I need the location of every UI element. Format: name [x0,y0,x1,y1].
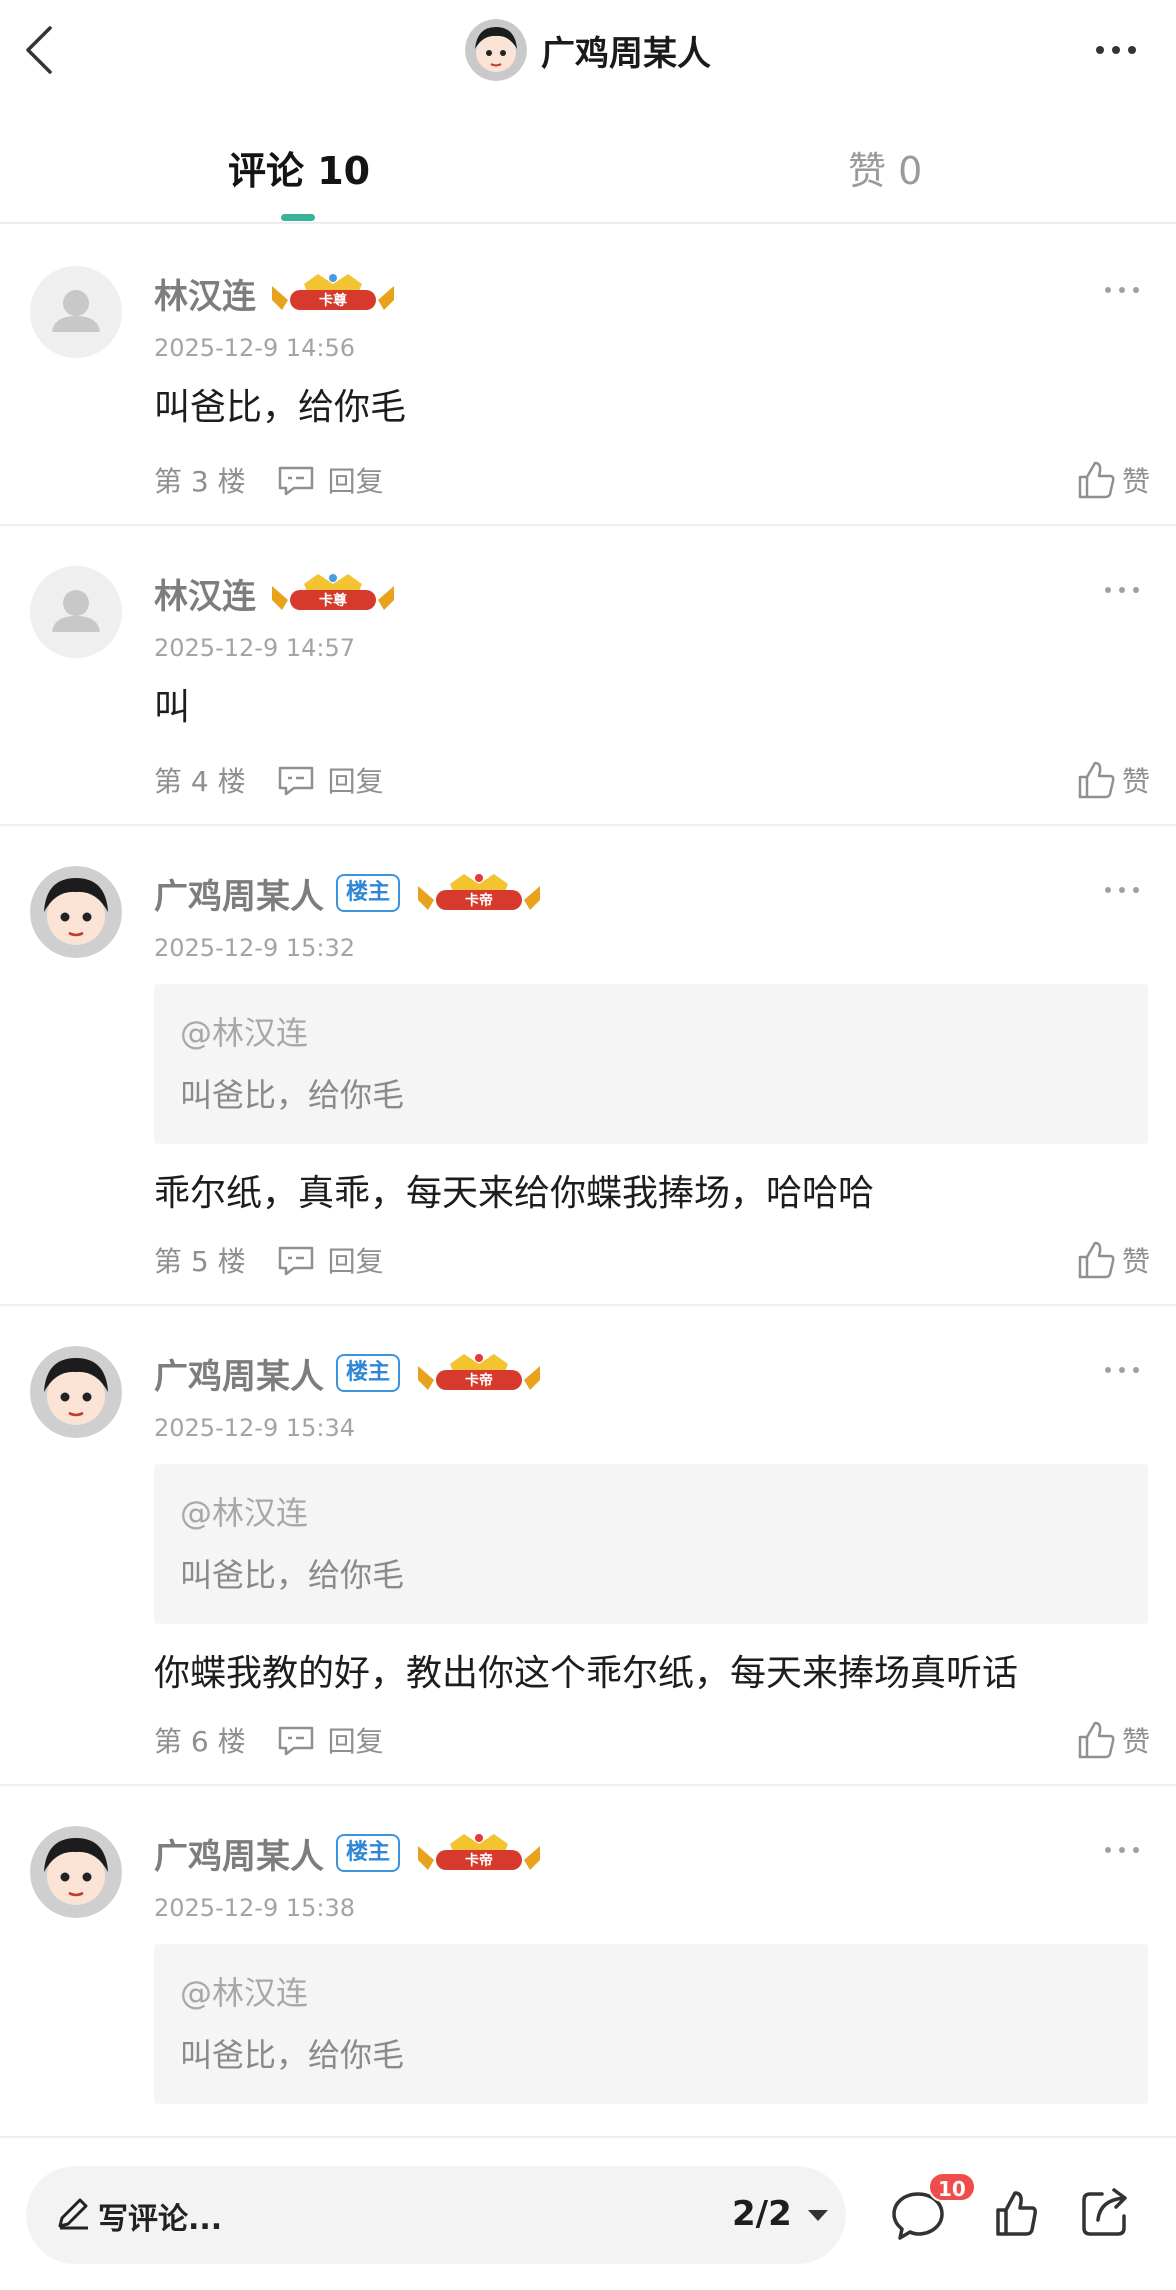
comment-input-placeholder: 写评论... [98,2202,223,2237]
like-label: 赞 [1121,765,1150,798]
tab-active-indicator [281,214,315,221]
reply-button[interactable]: 回复 [276,1720,384,1760]
username[interactable]: 林汉连 [154,269,256,318]
like-label: 赞 [1121,1725,1150,1758]
comment-text: 乖尔纸，真乖，每天来给你蝶我捧场，哈哈哈 [154,1173,875,1214]
more-options-icon[interactable] [1092,36,1140,64]
comment-time: 2025-12-9 15:38 [154,1894,355,1922]
share-icon[interactable] [1080,2186,1130,2238]
username[interactable]: 广鸡周某人 [154,1829,324,1878]
comment-list: 林汉连 卡尊 2025-12-9 14:56 叫爸比，给你毛 第 3 楼 回复 … [0,226,1176,2186]
quote-mention[interactable]: @林汉连 [180,1488,308,1534]
comment-more-icon[interactable] [1102,1842,1142,1858]
crown-badge-icon: 卡帝 [418,874,541,910]
quoted-comment[interactable]: @林汉连 叫爸比，给你毛 [154,1944,1148,2104]
tab-bar: 评论 10 赞 0 [0,100,1176,224]
reply-icon [278,1726,313,1756]
quoted-comment[interactable]: @林汉连 叫爸比，给你毛 [154,1464,1148,1624]
reply-icon [278,1246,313,1276]
comment-time: 2025-12-9 14:57 [154,634,355,662]
like-label: 赞 [1121,1245,1150,1278]
reply-button[interactable]: 回复 [276,760,384,800]
reply-icon [278,466,313,496]
quote-text: 叫爸比，给你毛 [180,1556,405,1594]
crown-text: 卡帝 [465,1372,493,1389]
comment-item: 林汉连 卡尊 2025-12-9 14:57 叫 第 4 楼 回复 赞 [0,526,1176,826]
reply-label: 回复 [327,465,384,498]
crown-badge-icon: 卡帝 [418,1354,541,1390]
crown-badge-icon: 卡尊 [272,274,394,310]
reply-label: 回复 [327,765,384,798]
avatar[interactable] [30,566,122,658]
thumbs-up-icon [1078,1721,1115,1759]
username[interactable]: 林汉连 [154,569,256,618]
avatar[interactable] [30,866,122,958]
comment-more-icon[interactable] [1102,282,1142,298]
like-label: 赞 [1121,465,1150,498]
thumbs-up-icon[interactable] [994,2188,1038,2238]
tab-likes[interactable]: 赞 0 [848,140,922,195]
crown-badge-icon: 卡帝 [418,1834,541,1870]
thumbs-up-icon [1078,1241,1115,1279]
quote-text: 叫爸比，给你毛 [180,1076,405,1114]
comment-more-icon[interactable] [1102,582,1142,598]
caret-down-icon[interactable] [806,2208,830,2222]
top-bar: 广鸡周某人 [0,0,1176,100]
crown-text: 卡帝 [465,1852,493,1869]
username[interactable]: 广鸡周某人 [154,1349,324,1398]
like-button[interactable]: 赞 [1076,758,1150,802]
reply-button[interactable]: 回复 [276,1240,384,1280]
comment-item: 广鸡周某人 楼主 卡帝 2025-12-9 15:38 @林汉连 叫爸比，给你毛 [0,1786,1176,2186]
comment-item: 广鸡周某人 楼主 卡帝 2025-12-9 15:34 @林汉连 叫爸比，给你毛… [0,1306,1176,1786]
comment-more-icon[interactable] [1102,882,1142,898]
crown-text: 卡尊 [319,292,347,309]
crown-text: 卡帝 [465,892,493,909]
owner-badge: 楼主 [336,1354,401,1392]
thumbs-up-icon [1078,761,1115,799]
like-button[interactable]: 赞 [1076,1238,1150,1282]
reply-label: 回复 [327,1725,384,1758]
floor-number: 第 5 楼 [154,1245,246,1278]
comment-item: 林汉连 卡尊 2025-12-9 14:56 叫爸比，给你毛 第 3 楼 回复 … [0,226,1176,526]
bottom-action-bar: 写评论... 2/2 10 [0,2136,1176,2290]
username[interactable]: 广鸡周某人 [154,869,324,918]
floor-number: 第 4 楼 [154,765,246,798]
owner-badge: 楼主 [336,1834,401,1872]
like-button[interactable]: 赞 [1076,458,1150,502]
thumbs-up-icon [1078,461,1115,499]
crown-text: 卡尊 [319,592,347,609]
comment-text: 你蝶我教的好，教出你这个乖尔纸，每天来捧场真听话 [154,1653,1019,1694]
reply-icon [278,766,313,796]
page-title: 广鸡周某人 [541,33,711,74]
header-avatar[interactable] [465,19,527,81]
comment-time: 2025-12-9 15:32 [154,934,355,962]
avatar[interactable] [30,1346,122,1438]
comment-count-badge: 10 [928,2172,976,2202]
floor-number: 第 3 楼 [154,465,246,498]
reply-button[interactable]: 回复 [276,460,384,500]
quote-mention[interactable]: @林汉连 [180,1968,308,2014]
avatar[interactable] [30,266,122,358]
owner-badge: 楼主 [336,874,401,912]
comment-text: 叫爸比，给你毛 [154,387,407,428]
quote-mention[interactable]: @林汉连 [180,1008,308,1054]
like-button[interactable]: 赞 [1076,1718,1150,1762]
tab-comments[interactable]: 评论 10 [228,140,370,195]
comment-time: 2025-12-9 15:34 [154,1414,355,1442]
avatar[interactable] [30,1826,122,1918]
floor-number: 第 6 楼 [154,1725,246,1758]
quote-text: 叫爸比，给你毛 [180,2036,405,2074]
page-indicator[interactable]: 2/2 [732,2194,792,2234]
reply-label: 回复 [327,1245,384,1278]
comment-time: 2025-12-9 14:56 [154,334,355,362]
crown-badge-icon: 卡尊 [272,574,394,610]
quoted-comment[interactable]: @林汉连 叫爸比，给你毛 [154,984,1148,1144]
pencil-icon [58,2198,88,2230]
comment-item: 广鸡周某人 楼主 卡帝 2025-12-9 15:32 @林汉连 叫爸比，给你毛… [0,826,1176,1306]
comment-text: 叫 [154,687,191,728]
comment-input[interactable]: 写评论... 2/2 [26,2166,846,2264]
comment-more-icon[interactable] [1102,1362,1142,1378]
